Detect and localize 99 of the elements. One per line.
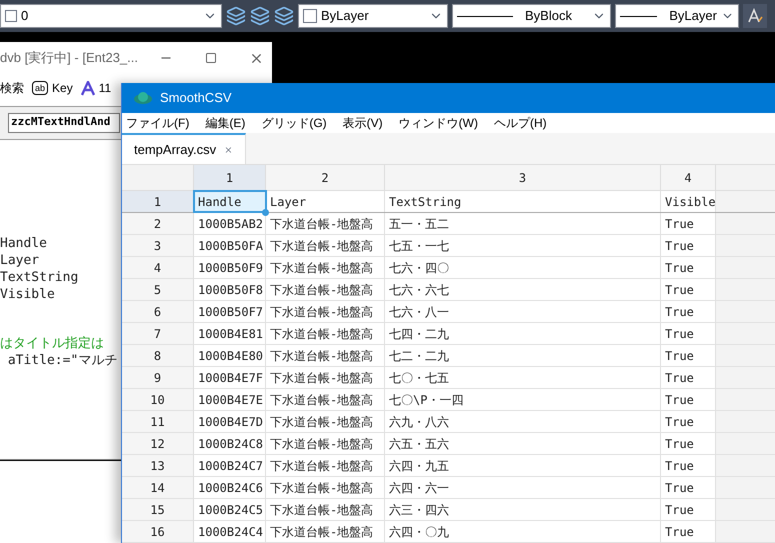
window-title: SmoothCSV bbox=[160, 89, 232, 108]
table-cell[interactable]: 下水道台帳-地盤高 bbox=[266, 521, 385, 542]
lineweight-dropdown[interactable]: ByLayer bbox=[615, 4, 739, 28]
table-cell[interactable]: 六四・六一 bbox=[385, 477, 661, 498]
table-cell[interactable]: True bbox=[661, 213, 716, 234]
menu-item[interactable]: 編集(E) bbox=[205, 114, 246, 132]
column-header[interactable]: 1 bbox=[194, 165, 266, 190]
table-cell[interactable]: 下水道台帳-地盤高 bbox=[266, 213, 385, 234]
table-cell[interactable]: True bbox=[661, 477, 716, 498]
table-cell[interactable]: 1000B24C4 bbox=[194, 521, 266, 542]
table-cell[interactable]: 1000B50F7 bbox=[194, 301, 266, 322]
text-style-icon[interactable] bbox=[743, 4, 767, 28]
name-field[interactable]: zzcMTextHndlAnd bbox=[8, 113, 120, 133]
menu-item[interactable]: グリッド(G) bbox=[261, 114, 327, 132]
table-cell[interactable]: 1000B4E81 bbox=[194, 323, 266, 344]
file-tab[interactable]: tempArray.csv bbox=[122, 133, 246, 164]
table-cell[interactable]: 下水道台帳-地盤高 bbox=[266, 477, 385, 498]
table-cell[interactable]: 1000B50FA bbox=[194, 235, 266, 256]
checkbox-icon bbox=[5, 10, 17, 22]
table-cell[interactable]: True bbox=[661, 521, 716, 542]
table-cell[interactable]: 1000B4E80 bbox=[194, 345, 266, 366]
table-cell[interactable]: 1000B4E7E bbox=[194, 389, 266, 410]
layer-dropdown[interactable]: 0 bbox=[0, 4, 222, 28]
search-label[interactable]: 検索 bbox=[0, 79, 24, 97]
code-line: Layer bbox=[0, 252, 40, 269]
table-cell[interactable]: 下水道台帳-地盤高 bbox=[266, 279, 385, 300]
table-cell[interactable]: 七六・六七 bbox=[385, 279, 661, 300]
table-cell[interactable]: True bbox=[661, 455, 716, 476]
toolbar-label[interactable]: 11 bbox=[98, 79, 112, 97]
window-title: dvb [実行中] - [Ent23_... bbox=[0, 49, 139, 68]
app-logo-icon bbox=[134, 91, 152, 105]
table-cell[interactable]: True bbox=[661, 345, 716, 366]
table-cell[interactable]: True bbox=[661, 389, 716, 410]
table-cell[interactable]: 下水道台帳-地盤高 bbox=[266, 345, 385, 366]
table-cell[interactable]: 下水道台帳-地盤高 bbox=[266, 257, 385, 278]
table-cell[interactable]: True bbox=[661, 367, 716, 388]
table-cell[interactable]: 1000B24C7 bbox=[194, 455, 266, 476]
code-line: Handle bbox=[0, 235, 47, 252]
table-cell[interactable]: 下水道台帳-地盤高 bbox=[266, 323, 385, 344]
layers-icon[interactable] bbox=[226, 6, 246, 26]
color-swatch-icon bbox=[303, 9, 317, 23]
table-cell[interactable]: 六五・五六 bbox=[385, 433, 661, 454]
table-cell[interactable]: 七五・一七 bbox=[385, 235, 661, 256]
table-cell[interactable]: 1000B50F8 bbox=[194, 279, 266, 300]
table-cell[interactable]: 下水道台帳-地盤高 bbox=[266, 433, 385, 454]
table-cell[interactable]: 1000B24C6 bbox=[194, 477, 266, 498]
layers-icon[interactable] bbox=[274, 6, 294, 26]
menu-item[interactable]: ヘルプ(H) bbox=[494, 114, 547, 132]
table-cell[interactable]: Visible bbox=[661, 191, 716, 212]
table-cell[interactable]: True bbox=[661, 301, 716, 322]
table-cell[interactable]: 1000B5AB2 bbox=[194, 213, 266, 234]
table-cell[interactable]: 六四・九五 bbox=[385, 455, 661, 476]
table-cell[interactable]: Layer bbox=[266, 191, 385, 212]
table-cell[interactable]: 下水道台帳-地盤高 bbox=[266, 499, 385, 520]
table-cell[interactable]: 1000B24C5 bbox=[194, 499, 266, 520]
table-cell[interactable]: 1000B24C8 bbox=[194, 433, 266, 454]
table-cell[interactable]: 六三・四六 bbox=[385, 499, 661, 520]
table-cell[interactable]: 下水道台帳-地盤高 bbox=[266, 367, 385, 388]
table-cell[interactable]: True bbox=[661, 411, 716, 432]
linetype-dropdown[interactable]: ByBlock bbox=[452, 4, 611, 28]
table-cell[interactable]: True bbox=[661, 323, 716, 344]
table-cell[interactable]: 1000B4E7D bbox=[194, 411, 266, 432]
table-cell[interactable]: 下水道台帳-地盤高 bbox=[266, 301, 385, 322]
table-cell[interactable]: 七〇\P・一四 bbox=[385, 389, 661, 410]
table-cell[interactable]: 下水道台帳-地盤高 bbox=[266, 411, 385, 432]
menu-item[interactable]: ウィンドウ(W) bbox=[398, 114, 478, 132]
table-cell[interactable]: 六四・〇九 bbox=[385, 521, 661, 542]
table-cell[interactable]: 1000B4E7F bbox=[194, 367, 266, 388]
menu-item[interactable]: ファイル(F) bbox=[126, 114, 190, 132]
row-header[interactable]: 1 bbox=[122, 191, 194, 212]
color-dropdown[interactable]: ByLayer bbox=[298, 4, 448, 28]
code-comment: はタイトル指定は bbox=[0, 335, 104, 352]
table-cell[interactable]: 七〇・七五 bbox=[385, 367, 661, 388]
code-line: TextString bbox=[0, 269, 78, 286]
textbox-icon[interactable]: ab bbox=[32, 81, 48, 95]
table-cell[interactable]: 下水道台帳-地盤高 bbox=[266, 455, 385, 476]
font-icon[interactable] bbox=[80, 80, 95, 96]
table-cell[interactable]: True bbox=[661, 499, 716, 520]
table-cell[interactable]: 六九・八六 bbox=[385, 411, 661, 432]
table-cell[interactable]: True bbox=[661, 279, 716, 300]
table-cell[interactable]: 七六・四〇 bbox=[385, 257, 661, 278]
table-cell[interactable]: True bbox=[661, 257, 716, 278]
fill-handle[interactable] bbox=[262, 209, 269, 216]
table-cell[interactable]: 五一・五二 bbox=[385, 213, 661, 234]
maximize-icon[interactable] bbox=[205, 52, 217, 64]
table-cell[interactable]: 下水道台帳-地盤高 bbox=[266, 235, 385, 256]
table-cell[interactable]: 七四・二九 bbox=[385, 323, 661, 344]
table-cell[interactable]: TextString bbox=[385, 191, 661, 212]
table-cell[interactable]: True bbox=[661, 235, 716, 256]
toolbar-label[interactable]: Key bbox=[52, 79, 73, 97]
code-line: aTitle:="マルチ bbox=[6, 352, 118, 369]
layers-icon[interactable] bbox=[250, 6, 270, 26]
table-cell[interactable]: 七六・八一 bbox=[385, 301, 661, 322]
table-cell[interactable]: True bbox=[661, 433, 716, 454]
code-line: Visible bbox=[0, 286, 55, 303]
table-cell[interactable]: 下水道台帳-地盤高 bbox=[266, 389, 385, 410]
table-cell[interactable]: 1000B50F9 bbox=[194, 257, 266, 278]
menu-item[interactable]: 表示(V) bbox=[342, 114, 383, 132]
table-cell[interactable]: 七二・二九 bbox=[385, 345, 661, 366]
